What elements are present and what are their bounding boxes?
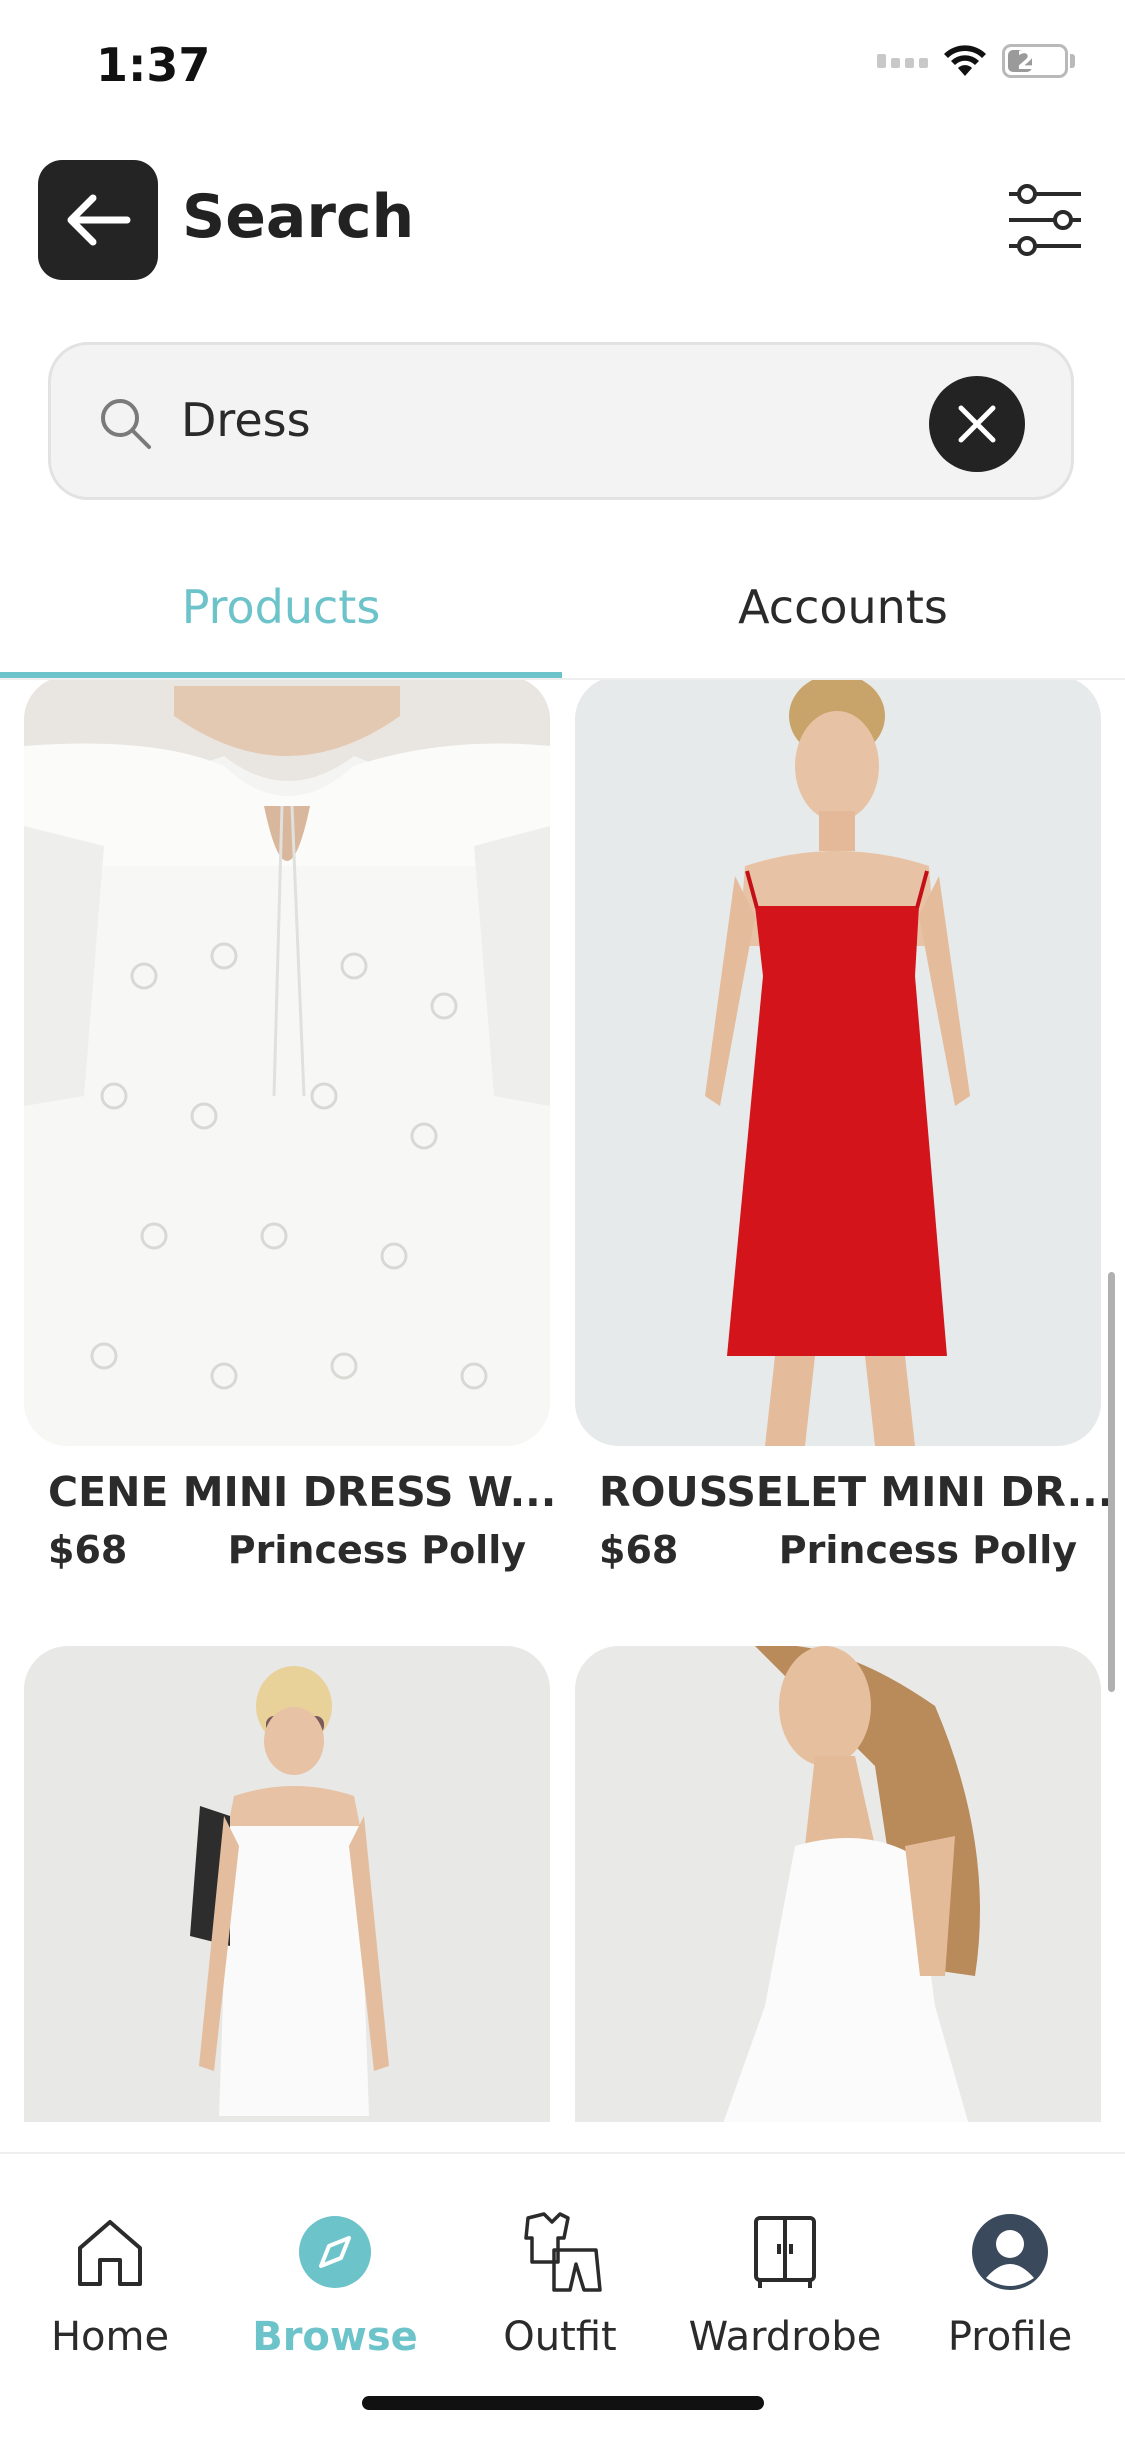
search-bar[interactable]: Dress [48, 342, 1074, 500]
home-indicator [362, 2396, 764, 2410]
sliders-icon [1009, 184, 1081, 256]
status-time: 1:37 [96, 38, 211, 92]
page-title: Search [182, 182, 415, 252]
clear-search-button[interactable] [929, 376, 1025, 472]
nav-outfit-label: Outfit [503, 2314, 617, 2360]
tab-bar: Products Accounts [0, 540, 1125, 680]
wifi-icon [944, 45, 986, 76]
status-icons: 23 [877, 44, 1075, 78]
status-bar: 1:37 23 [0, 0, 1125, 140]
product-meta: $68 Princess Polly [24, 1528, 550, 1572]
nav-browse[interactable]: Browse [235, 2204, 435, 2360]
header: Search [0, 160, 1125, 282]
nav-wardrobe[interactable]: Wardrobe [685, 2204, 885, 2360]
nav-profile-label: Profile [947, 2314, 1073, 2360]
compass-icon [299, 2216, 371, 2288]
product-grid: CENE MINI DRESS W... $68 Princess Polly [0, 680, 1125, 2122]
tab-accounts[interactable]: Accounts [562, 580, 1124, 634]
product-card[interactable] [575, 1646, 1101, 2122]
back-button[interactable] [38, 160, 158, 280]
product-card[interactable]: ROUSSELET MINI DR... $68 Princess Polly [575, 680, 1114, 1572]
wardrobe-icon [754, 2216, 816, 2288]
signal-icon [877, 54, 928, 68]
profile-icon [972, 2214, 1048, 2290]
nav-home[interactable]: Home [10, 2204, 210, 2360]
product-price: $68 [48, 1528, 128, 1572]
nav-wardrobe-label: Wardrobe [688, 2314, 882, 2360]
arrow-left-icon [67, 194, 131, 246]
nav-browse-label: Browse [252, 2314, 418, 2360]
product-name: CENE MINI DRESS W... [48, 1468, 557, 1516]
nav-profile[interactable]: Profile [910, 2204, 1110, 2360]
tab-products[interactable]: Products [0, 580, 562, 634]
product-card[interactable] [24, 1646, 550, 2122]
outfit-icon [524, 2212, 602, 2292]
product-image[interactable] [575, 1646, 1101, 2122]
nav-outfit[interactable]: Outfit [460, 2204, 660, 2360]
battery-icon: 23 [1002, 44, 1068, 78]
scroll-indicator[interactable] [1108, 1272, 1115, 1692]
search-input[interactable]: Dress [181, 393, 311, 447]
product-image[interactable] [575, 680, 1101, 1446]
product-image[interactable] [24, 1646, 550, 2122]
home-icon [78, 2220, 142, 2286]
product-meta: $68 Princess Polly [575, 1528, 1101, 1572]
battery-level: 23 [1016, 46, 1054, 76]
product-price: $68 [599, 1528, 679, 1572]
filter-button[interactable] [1005, 180, 1085, 260]
nav-home-label: Home [50, 2314, 170, 2360]
product-brand: Princess Polly [227, 1528, 526, 1572]
product-name: ROUSSELET MINI DR... [599, 1468, 1114, 1516]
search-icon [101, 399, 151, 449]
close-icon [958, 405, 996, 443]
product-image[interactable] [24, 680, 550, 1446]
product-card[interactable]: CENE MINI DRESS W... $68 Princess Polly [24, 680, 557, 1572]
product-brand: Princess Polly [778, 1528, 1077, 1572]
